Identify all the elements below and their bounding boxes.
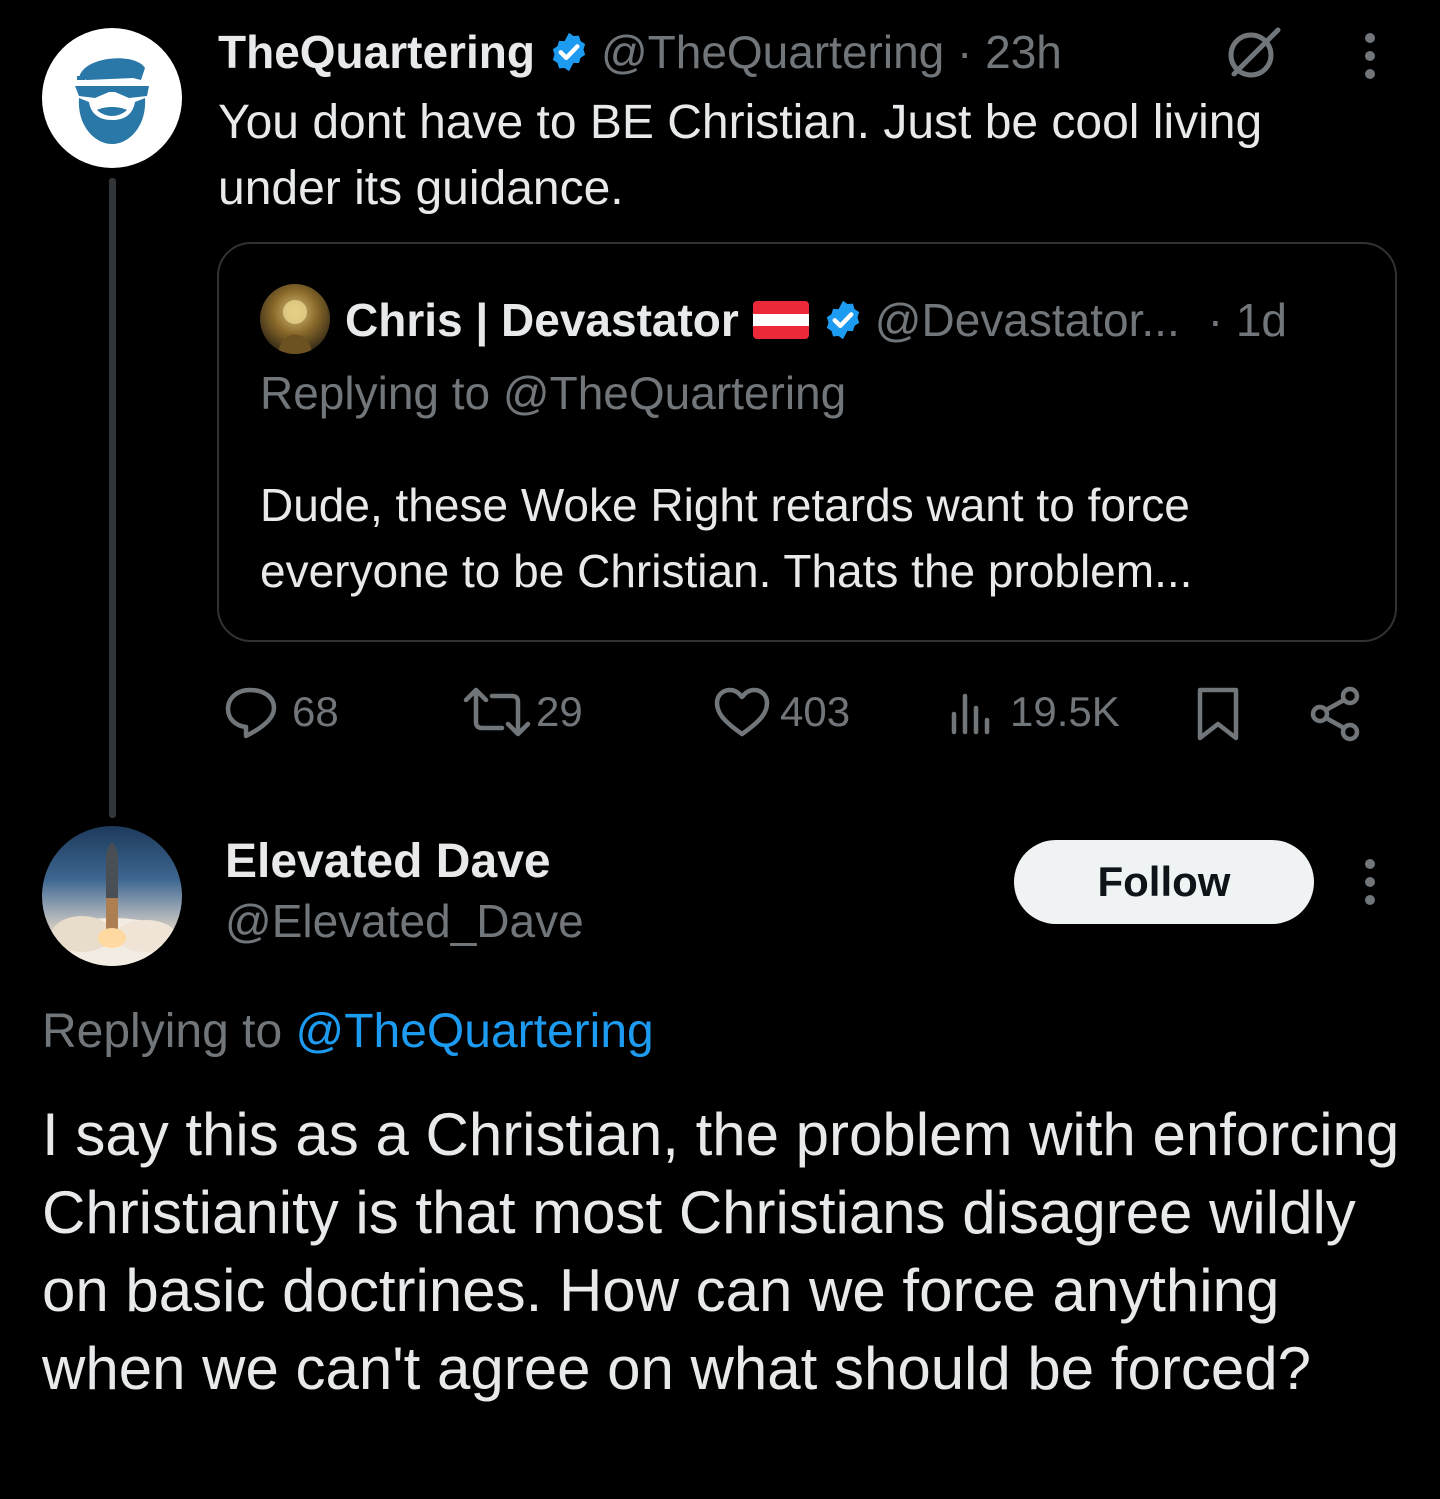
retweet-icon: [463, 687, 531, 737]
retweet-button[interactable]: 29: [462, 684, 583, 740]
retweet-count: 29: [536, 688, 583, 735]
replying-prefix: Replying to: [42, 1005, 283, 1058]
reply-button[interactable]: 68: [222, 684, 339, 740]
bookmark-button[interactable]: [1190, 684, 1246, 744]
bookmark-icon: [1197, 687, 1239, 741]
tweet-text: You dont have to BE Christian. Just be c…: [218, 96, 1276, 215]
more-icon[interactable]: [1350, 856, 1390, 908]
like-icon: [714, 687, 770, 737]
austria-flag-icon: [752, 301, 809, 339]
beard-logo-icon: [75, 58, 149, 144]
reply-text: I say this as a Christian, the problem w…: [42, 1101, 1400, 1402]
share-button[interactable]: [1306, 684, 1366, 744]
views-count: 19.5K: [1010, 688, 1120, 735]
views-icon: [951, 693, 990, 735]
quoted-tweet-text: Dude, these Woke Right retards want to f…: [260, 479, 1193, 597]
author-name[interactable]: TheQuartering: [218, 25, 535, 79]
replying-handle-link[interactable]: @TheQuartering: [295, 1005, 653, 1058]
share-icon: [1310, 686, 1360, 742]
avatar[interactable]: [42, 28, 182, 168]
quoted-author-handle[interactable]: @Devastator...: [875, 293, 1180, 347]
verified-badge-icon: [821, 298, 865, 342]
author-handle[interactable]: @TheQuartering: [601, 25, 944, 79]
quoted-replying-to: Replying to @TheQuartering: [260, 366, 846, 420]
reply-avatar[interactable]: [42, 826, 182, 966]
quoted-avatar[interactable]: [260, 284, 330, 354]
like-button[interactable]: 403: [712, 684, 850, 740]
like-count: 403: [780, 688, 851, 735]
reply-icon: [225, 687, 277, 739]
replying-to: Replying to @TheQuartering: [42, 1004, 654, 1059]
quoted-header: Chris | Devastator @Devastator... · 1d: [345, 288, 1287, 352]
quoted-separator: ·: [1207, 294, 1236, 346]
grok-icon[interactable]: [1222, 22, 1284, 84]
tweet-header: TheQuartering @TheQuartering · 23h: [218, 22, 1062, 82]
verified-badge-icon: [547, 30, 591, 74]
quoted-timestamp[interactable]: 1d: [1236, 293, 1287, 347]
reply-author-name[interactable]: Elevated Dave: [225, 834, 551, 889]
thread-connector: [109, 178, 116, 818]
more-icon[interactable]: [1350, 30, 1390, 82]
reply-author-handle[interactable]: @Elevated_Dave: [225, 894, 584, 948]
views-button[interactable]: 19.5K: [948, 684, 1120, 740]
replying-prefix: Replying to: [260, 367, 491, 419]
separator-dot: ·: [944, 26, 986, 78]
quoted-author-name[interactable]: Chris | Devastator: [345, 293, 739, 347]
follow-button[interactable]: Follow: [1014, 840, 1314, 924]
timestamp[interactable]: 23h: [985, 25, 1062, 79]
reply-count: 68: [292, 688, 339, 735]
replying-handle: @TheQuartering: [502, 367, 847, 419]
